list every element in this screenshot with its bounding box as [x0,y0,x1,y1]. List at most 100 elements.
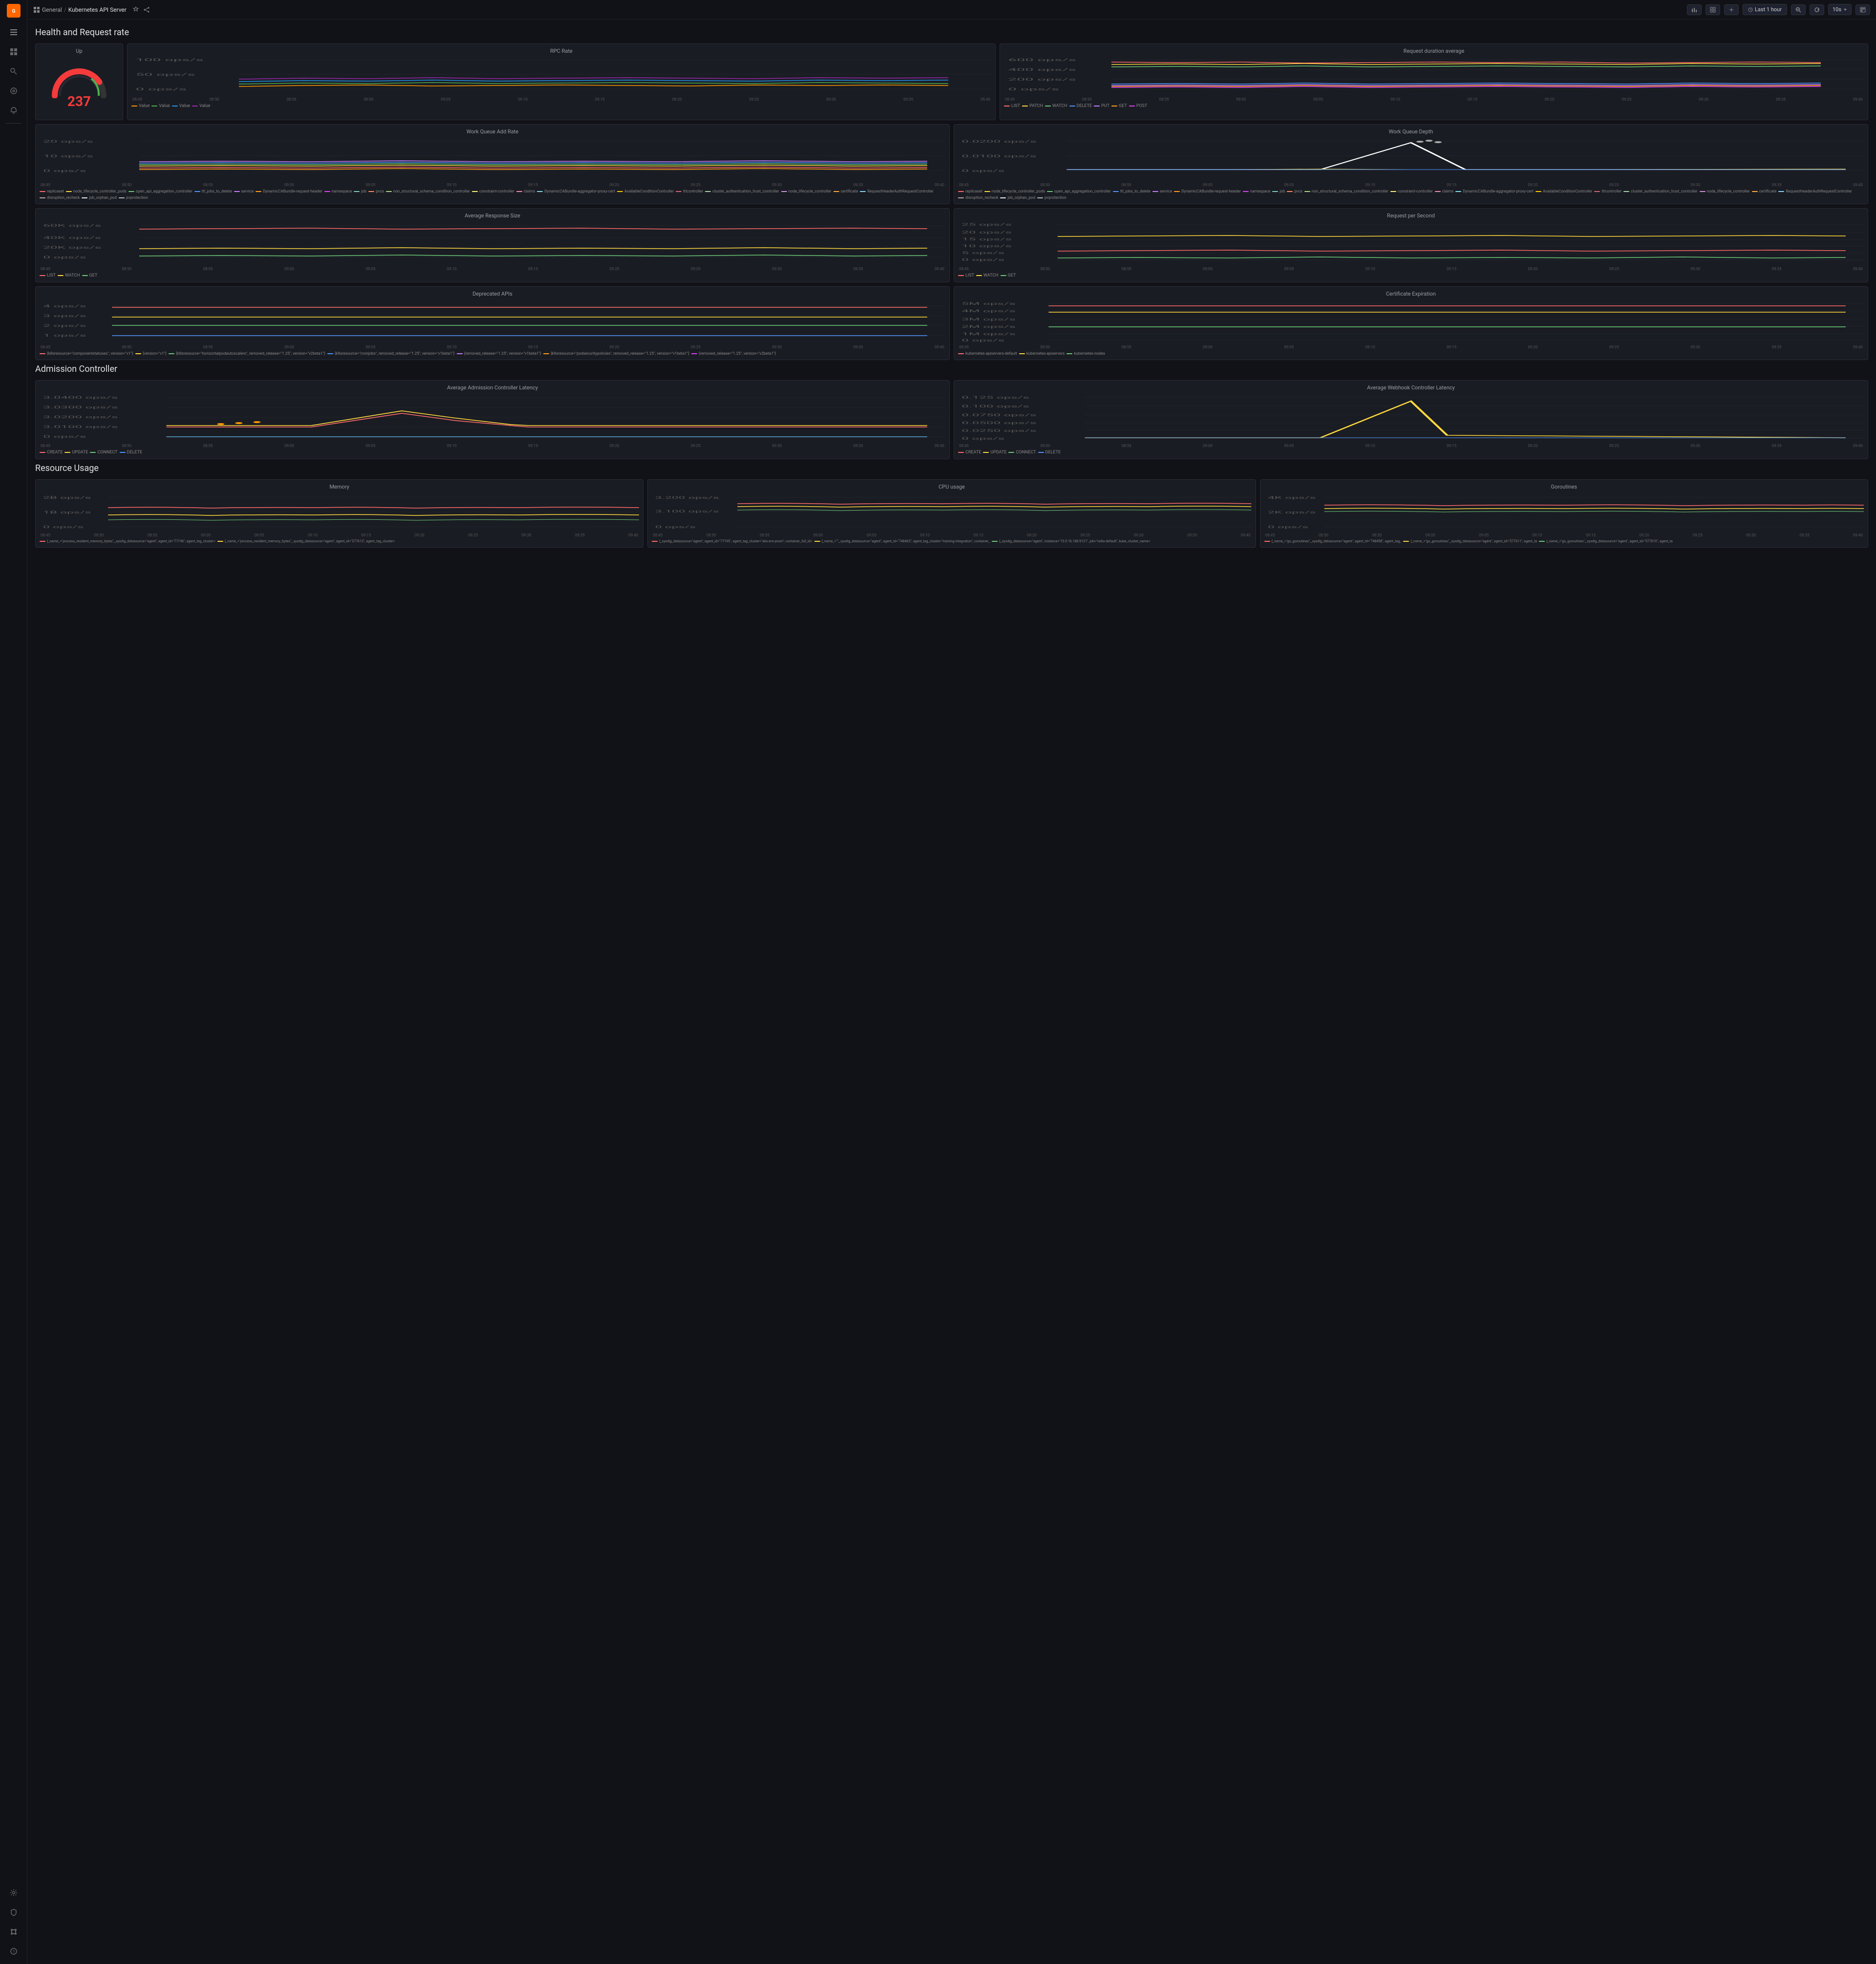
svg-text:600 ops/s: 600 ops/s [1008,58,1076,62]
grid-icon [33,6,40,13]
zoom-out-button[interactable] [1791,4,1806,15]
rpc-rate-chart: 100 ops/s 50 ops/s 0 ops/s [131,57,991,96]
time-range-selector[interactable]: Last 1 hour [1743,4,1787,15]
svg-text:0 ops/s: 0 ops/s [961,338,1004,342]
time-range-label: Last 1 hour [1755,6,1782,13]
app-logo[interactable]: G [7,4,21,18]
sidebar-item-grid[interactable] [5,43,22,61]
avg-admission-latency-chart: 3.0400 ops/s 3.0300 ops/s 3.0200 ops/s 3… [40,394,945,443]
svg-text:0 ops/s: 0 ops/s [1268,525,1308,529]
work-queue-depth-chart: 0.0200 ops/s 0.0100 ops/s 0 ops/s [958,138,1864,182]
cert-expiration-xaxis: 08:4508:5008:5509:0009:0509:1009:1509:20… [958,345,1864,349]
cert-expiration-chart: 5M ops/s 4M ops/s 3M ops/s 2M ops/s 1M o… [958,300,1864,344]
panel-view-button[interactable] [1855,4,1870,15]
svg-text:0.0100 ops/s: 0.0100 ops/s [961,154,1036,158]
svg-text:200 ops/s: 200 ops/s [1008,78,1076,82]
work-queue-depth-xaxis: 08:4508:5008:5509:0009:0509:1009:1509:20… [958,183,1864,187]
request-duration-legend: LIST PATCH WATCH DELETE PUT GET POST [1004,104,1864,108]
svg-text:4K ops/s: 4K ops/s [1268,496,1316,500]
deprecated-apis-svg: 4 ops/s 3 ops/s 2 ops/s 1 ops/s [40,300,945,344]
health-title: Health and Request rate [35,27,1868,38]
svg-text:1 ops/s: 1 ops/s [43,333,86,337]
request-duration-xaxis: 08:4508:5008:5509:0009:0509:1009:1509:20… [1004,97,1864,102]
deprecated-apis-title: Deprecated APIs [40,291,945,297]
sidebar-item-settings[interactable] [5,1884,22,1901]
dashboard-settings-button[interactable] [1705,4,1720,15]
legend-value-3: Value [172,104,190,108]
svg-text:20K ops/s: 20K ops/s [43,245,101,249]
legend-value-2: Value [151,104,170,108]
sidebar-item-menu[interactable] [5,23,22,41]
memory-panel: Memory 2B ops/s 1B ops/s 0 ops/s [35,479,643,548]
svg-text:10 ops/s: 10 ops/s [43,154,93,158]
svg-text:0 ops/s: 0 ops/s [43,169,86,172]
deprecated-apis-chart: 4 ops/s 3 ops/s 2 ops/s 1 ops/s [40,300,945,344]
sidebar-item-explore[interactable] [5,82,22,100]
goroutines-legend: {_name_="go_goroutines",_sysdig_datasour… [1264,539,1864,543]
goroutines-xaxis: 08:4508:5008:5509:0009:0509:1009:1509:20… [1264,533,1864,537]
svg-text:0.0200 ops/s: 0.0200 ops/s [961,139,1036,143]
request-per-second-title: Request per Second [958,213,1864,219]
rpc-rate-panel: RPC Rate 100 ops/s 50 ops/s 0 ops/s [127,43,996,120]
avg-webhook-latency-xaxis: 08:4508:5008:5509:0009:0509:1009:1509:20… [958,444,1864,448]
avg-admission-latency-svg: 3.0400 ops/s 3.0300 ops/s 3.0200 ops/s 3… [40,394,945,443]
svg-text:0 ops/s: 0 ops/s [43,525,84,529]
resource-usage-title: Resource Usage [35,463,1868,473]
svg-text:3.0300 ops/s: 3.0300 ops/s [43,405,118,409]
sidebar-item-integrations[interactable] [5,1923,22,1941]
sidebar-item-help[interactable]: ? [5,1943,22,1960]
cpu-usage-legend: {_sysdig_datasource="agent", agent_id="7… [652,539,1251,543]
work-queue-depth-title: Work Queue Depth [958,128,1864,135]
sidebar-item-shield[interactable] [5,1903,22,1921]
svg-text:0.0500 ops/s: 0.0500 ops/s [961,421,1036,425]
refresh-button[interactable] [1810,4,1824,15]
svg-text:0.125 ops/s: 0.125 ops/s [961,395,1029,399]
goroutines-chart: 4K ops/s 2K ops/s 0 ops/s [1264,493,1864,532]
cpu-usage-panel: CPU usage 3.200 ops/s 3.100 ops/s 0 ops/… [647,479,1256,548]
work-queue-depth-svg: 0.0200 ops/s 0.0100 ops/s 0 ops/s [958,138,1864,182]
avg-response-size-panel: Average Response Size 60K ops/s 40K ops/… [35,208,950,282]
avg-webhook-latency-svg: 0.125 ops/s 0.100 ops/s 0.0750 ops/s 0.0… [958,394,1864,443]
star-icon[interactable] [132,6,139,13]
sidebar-item-search[interactable] [5,63,22,80]
avg-webhook-latency-panel: Average Webhook Controller Latency 0.125… [954,380,1868,459]
share-icon[interactable] [143,6,150,13]
settings-button[interactable] [1724,4,1739,15]
cpu-usage-xaxis: 08:4508:5008:5509:0009:0509:1009:1509:20… [652,533,1251,537]
svg-text:0 ops/s: 0 ops/s [961,169,1004,172]
work-queue-add-panel: Work Queue Add Rate 20 ops/s 10 ops/s 0 … [35,124,950,204]
svg-text:4 ops/s: 4 ops/s [43,304,86,308]
svg-text:0.0250 ops/s: 0.0250 ops/s [961,428,1036,432]
gauge-container: 237 [40,57,119,116]
avg-response-size-title: Average Response Size [40,213,945,219]
avg-response-size-svg: 60K ops/s 40K ops/s 20K ops/s 0 ops/s [40,222,945,266]
svg-text:10 ops/s: 10 ops/s [961,244,1011,248]
work-queue-add-svg: 20 ops/s 10 ops/s 0 ops/s [40,138,945,182]
interval-selector[interactable]: 10s [1828,4,1852,15]
sidebar-item-alerts[interactable] [5,102,22,119]
request-per-second-panel: Request per Second 25 ops/s 20 ops/s 15 … [954,208,1868,282]
avg-admission-latency-xaxis: 08:4508:5008:5509:0009:0509:1009:1509:20… [40,444,945,448]
svg-text:400 ops/s: 400 ops/s [1008,68,1076,72]
request-duration-chart: 600 ops/s 400 ops/s 200 ops/s 0 ops/s [1004,57,1864,96]
svg-text:1M ops/s: 1M ops/s [961,332,1016,336]
svg-text:25 ops/s: 25 ops/s [961,222,1011,226]
svg-text:20 ops/s: 20 ops/s [961,230,1011,234]
chart-type-button[interactable] [1687,4,1702,15]
svg-text:3.100 ops/s: 3.100 ops/s [655,510,719,513]
avg-response-size-chart: 60K ops/s 40K ops/s 20K ops/s 0 ops/s [40,222,945,266]
work-queue-add-xaxis: 08:4508:5008:5509:0009:0509:1009:1509:20… [40,183,945,187]
svg-text:5 ops/s: 5 ops/s [961,251,1004,255]
request-duration-svg: 600 ops/s 400 ops/s 200 ops/s 0 ops/s [1004,57,1864,96]
breadcrumb-parent[interactable]: General [42,6,62,13]
svg-text:G: G [12,9,15,14]
goroutines-svg: 4K ops/s 2K ops/s 0 ops/s [1264,493,1864,532]
admission-controller-title: Admission Controller [35,364,1868,374]
gauge-value: 237 [67,93,91,109]
svg-text:0.0750 ops/s: 0.0750 ops/s [961,413,1036,417]
avg-webhook-latency-chart: 0.125 ops/s 0.100 ops/s 0.0750 ops/s 0.0… [958,394,1864,443]
request-per-second-chart: 25 ops/s 20 ops/s 15 ops/s 10 ops/s 5 op… [958,222,1864,266]
deprecated-apis-legend: {k8sresource="componentstatuses", versio… [40,351,945,356]
svg-text:0 ops/s: 0 ops/s [136,87,187,91]
svg-text:3M ops/s: 3M ops/s [961,317,1016,321]
